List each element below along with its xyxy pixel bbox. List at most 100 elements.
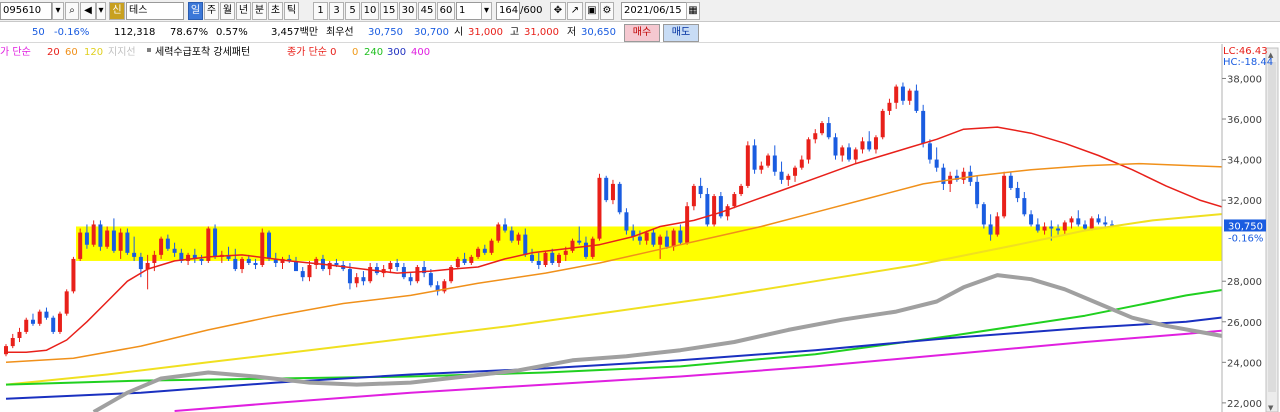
period-button-0[interactable]: 일 [188,2,203,20]
change-percent: -0.16% [54,27,90,38]
candle-body [4,346,8,355]
legend-vol-0: 0 [352,47,358,58]
candle-body [1049,226,1054,229]
candle-body [516,234,521,241]
candle-body [105,230,110,247]
price-chart[interactable]: 가 단순 20 60 120 지지선 세력수급포착 강세패턴 종가 단순 0 0… [0,44,1280,412]
candle-body [1076,218,1081,225]
candle-body [51,317,56,332]
candle-body [98,224,103,247]
candle-body [530,254,535,261]
candle-body [415,267,420,282]
candle-body [1096,218,1101,223]
candle-body [455,258,460,268]
interval-button-10[interactable]: 10 [361,2,379,20]
period-button-5[interactable]: 초 [268,2,283,20]
candle-body [172,248,177,253]
price-tag-group: 30,750-0.16% [1224,219,1266,244]
tick-label: 34,000 [1227,156,1262,167]
lc-label: LC:46.43 [1223,46,1268,57]
legend-vol-300: 300 [387,47,406,58]
candle-body [577,240,582,243]
high-label: 고 [510,27,520,38]
sell-button[interactable]: 매도 [663,24,699,42]
candle-body [361,277,366,282]
candle-body [745,145,750,186]
interval-button-30[interactable]: 30 [399,2,417,20]
tick-label: 22,000 [1227,399,1262,410]
date-input[interactable]: 2021/06/15 [621,2,687,20]
stock-name-field[interactable]: 테스 [126,2,184,20]
period-button-2[interactable]: 월 [220,2,235,20]
bar-count-input[interactable]: 164 [496,2,520,20]
candle-body [637,236,642,241]
scroll-down-icon[interactable]: ▼ [1268,404,1274,412]
axis-scrollbar-thumb[interactable] [1268,62,1276,392]
candle-body [705,194,710,225]
interval-button-45[interactable]: 45 [418,2,436,20]
candle-body [132,252,137,257]
code-dropdown-icon[interactable]: ▾ [52,2,64,20]
search-icon[interactable]: ⌕ [65,2,79,20]
candle-body [570,240,575,251]
candle-body [118,232,123,251]
candle-body [995,216,1000,235]
candle-body [880,110,885,138]
low-label: 저 [567,27,577,38]
candle-body [678,230,683,243]
candle-body [260,232,265,266]
count-dropdown-icon[interactable]: ▾ [481,2,492,20]
period-button-4[interactable]: 분 [252,2,267,20]
tools-icon[interactable]: ✥ [550,2,566,20]
interval-button-5[interactable]: 5 [345,2,360,20]
ask-price: 30,750 [368,27,403,38]
hc-label: HC:-18.44 [1223,57,1273,68]
candle-body [1069,218,1074,223]
period-buttons: 일주월년분초틱 [188,2,308,20]
candle-body [408,277,413,282]
interval-button-1[interactable]: 1 [313,2,328,20]
candle-body [853,149,858,160]
interval-button-3[interactable]: 3 [329,2,344,20]
candle-body [988,224,993,235]
legend-pattern-label: 세력수급포착 강세패턴 [155,46,250,58]
period-button-6[interactable]: 틱 [284,2,299,20]
save-icon[interactable]: ▣ [585,2,599,20]
gear-icon[interactable]: ⚙ [600,2,614,20]
interval-button-60[interactable]: 60 [437,2,455,20]
interval-button-15[interactable]: 15 [380,2,398,20]
candle-body [388,262,393,270]
speaker-icon[interactable]: ◀ [80,2,96,20]
legend-vol-240: 240 [364,47,383,58]
candle-body [1062,222,1067,231]
buy-button[interactable]: 매수 [624,24,660,42]
calendar-icon[interactable]: ▦ [686,2,700,20]
candle-body [64,291,69,314]
candle-body [233,258,238,270]
candle-body [523,234,528,255]
candle-body [152,254,157,263]
legend-vol-label: 종가 단순 0 [287,46,337,58]
bar-total-label: /600 [520,5,543,16]
trade-amount: 3,457백만 [271,27,319,38]
stock-code-input[interactable]: 095610 [0,2,52,20]
trend-icon[interactable]: ↗ [567,2,583,20]
candle-body [71,258,76,292]
candle-body [820,123,825,134]
legend-support-label: 지지선 [108,46,136,58]
candle-body [496,224,501,241]
candle-body [813,133,818,140]
candle-body [691,185,696,207]
candle-body [617,183,622,213]
candle-body [395,262,400,268]
count-input[interactable]: 1 [456,2,482,20]
speaker-dropdown-icon[interactable]: ▾ [96,2,106,20]
volume-value: 112,318 [114,27,156,38]
period-button-3[interactable]: 년 [236,2,251,20]
candle-body [779,171,784,180]
chart-toolbar: 095610 ▾ ⌕ ◀ ▾ 신 테스 일주월년분초틱 1 3 5 10 15 30 45 6… [0,0,1280,22]
candle-body [867,141,872,150]
candle-body [159,238,164,255]
period-button-1[interactable]: 주 [204,2,219,20]
candle-body [476,248,481,257]
